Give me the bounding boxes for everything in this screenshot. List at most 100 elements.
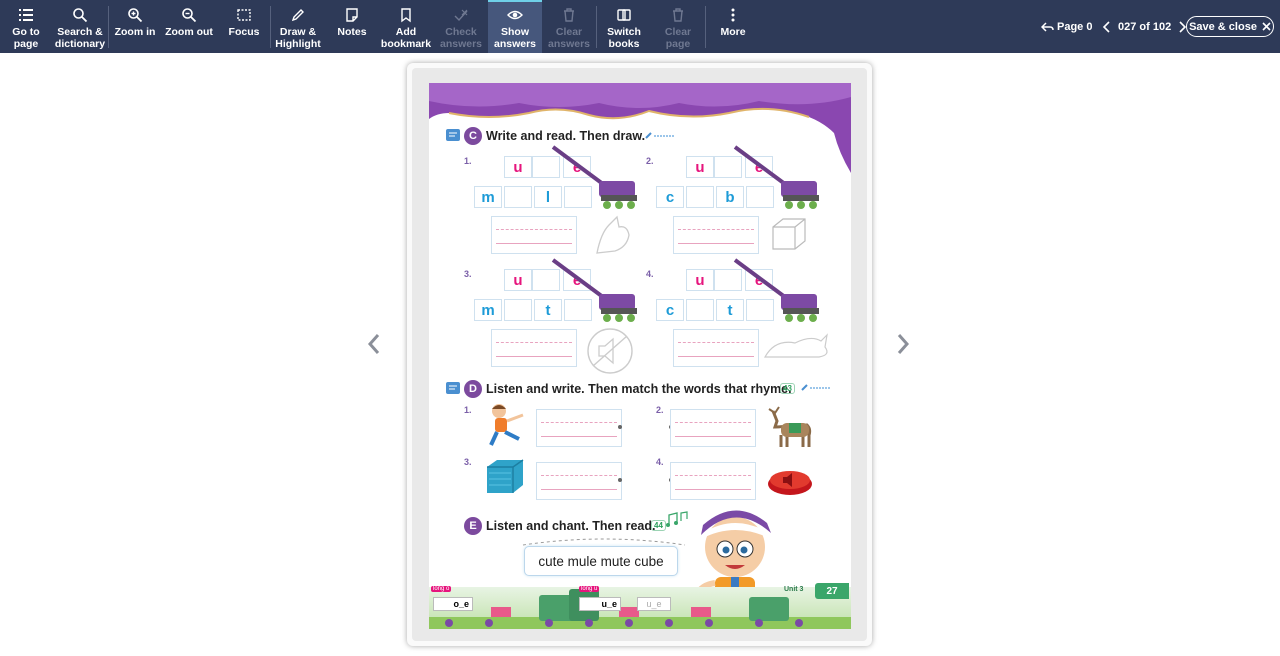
mute-speaker-sketch-icon (587, 328, 633, 374)
long-u-tag: long u (579, 586, 600, 592)
notes-button[interactable]: Notes (333, 0, 371, 53)
search-dictionary-label: Search & dictionary (54, 26, 106, 50)
long-o-tag: long o (431, 586, 452, 592)
match-dot[interactable] (618, 478, 622, 482)
search-dictionary-button[interactable]: Search & dictionary (53, 0, 107, 53)
list-icon (19, 9, 33, 21)
save-close-button[interactable]: Save & close (1186, 16, 1274, 37)
section-e-title: Listen and chant. Then read. (486, 519, 656, 533)
blue-cube-illustration (487, 459, 524, 493)
item-number: 2. (656, 405, 664, 415)
zoom-out-icon (182, 8, 197, 23)
section-c-title: Write and read. Then draw. (486, 129, 646, 143)
writing-lines[interactable] (491, 329, 577, 367)
item-number: 2. (646, 156, 654, 166)
toolbar-divider (108, 6, 109, 48)
switch-books-label: Switch books (607, 26, 641, 50)
section-d-title: Listen and write. Then match the words t… (486, 382, 792, 396)
previous-page-arrow-icon[interactable] (362, 326, 386, 362)
audio-track-badge[interactable]: 44 (651, 520, 666, 531)
close-icon (1262, 22, 1271, 31)
match-dot[interactable] (618, 425, 622, 429)
crane-truck-illustration (733, 258, 819, 322)
check-answers-button[interactable]: Check answers (436, 0, 486, 53)
crane-truck-illustration (551, 258, 637, 322)
go-to-page-button[interactable]: Go to page (5, 0, 47, 53)
page-label: Page 0 (1057, 20, 1093, 33)
u-e-blank-label: u_e (646, 599, 662, 609)
undo-arrow-icon (1041, 21, 1054, 32)
toolbar-divider (705, 6, 706, 48)
chant-text-box: cute mule mute cube (524, 546, 678, 576)
back-to-page-link[interactable]: Page 0 (1041, 0, 1092, 53)
donkey-illustration (768, 406, 812, 447)
zoom-in-button[interactable]: Zoom in (112, 0, 158, 53)
letter-box: u (504, 156, 532, 178)
writing-lines[interactable] (536, 409, 622, 447)
page-counter[interactable]: 027 of 102 (1118, 21, 1171, 33)
books-icon (617, 9, 631, 21)
answer-box[interactable] (686, 186, 714, 208)
more-button[interactable]: More (712, 0, 754, 53)
page-number-badge: 27 (815, 583, 849, 599)
letter-box: u (504, 269, 532, 291)
write-icon (446, 382, 460, 394)
toolbar-divider (596, 6, 597, 48)
letter-box: c (656, 299, 684, 321)
crane-truck-illustration (551, 145, 637, 209)
add-bookmark-button[interactable]: Add bookmark (381, 0, 431, 53)
chant-text: cute mule mute cube (538, 553, 664, 569)
cat-sketch-illustration (763, 333, 828, 358)
workbook-page: C Write and read. Then draw. 1. u e m l … (429, 83, 851, 629)
focus-icon (237, 9, 251, 21)
clear-answers-label: Clear answers (547, 26, 591, 50)
writing-lines[interactable] (536, 462, 622, 500)
item-number: 3. (464, 269, 472, 279)
zoom-out-button[interactable]: Zoom out (163, 0, 215, 53)
letter-box: u (686, 156, 714, 178)
letter-box: c (656, 186, 684, 208)
letter-box: m (474, 299, 502, 321)
bookmark-icon (401, 8, 411, 23)
focus-button[interactable]: Focus (223, 0, 265, 53)
switch-books-button[interactable]: Switch books (600, 0, 648, 53)
item-number: 4. (646, 269, 654, 279)
item-number: 1. (464, 156, 472, 166)
clear-answers-button[interactable]: Clear answers (545, 0, 593, 53)
clear-page-label: Clear page (664, 26, 692, 50)
show-answers-button[interactable]: Show answers (488, 0, 542, 53)
check-answers-label: Check answers (439, 26, 483, 50)
writing-lines[interactable] (670, 409, 756, 447)
check-icon (454, 9, 468, 22)
u-e-blank-card: u_e (637, 597, 671, 611)
answer-box[interactable] (686, 299, 714, 321)
eye-icon (507, 10, 523, 20)
draw-highlight-button[interactable]: Draw & Highlight (274, 0, 322, 53)
writing-lines[interactable] (673, 329, 759, 367)
save-close-label: Save & close (1189, 20, 1257, 33)
o-e-label: o_e (453, 599, 469, 609)
section-c-badge: C (464, 127, 482, 145)
draw-highlight-label: Draw & Highlight (275, 26, 321, 50)
letter-box: m (474, 186, 502, 208)
search-icon (73, 8, 88, 23)
write-icon (446, 129, 460, 141)
next-page-arrow-icon[interactable] (891, 326, 915, 362)
chevron-left-icon[interactable] (1102, 20, 1112, 33)
go-to-page-label: Go to page (12, 26, 40, 50)
note-icon (346, 8, 358, 22)
focus-label: Focus (228, 26, 260, 38)
more-vertical-icon (731, 8, 735, 22)
writing-lines[interactable] (491, 216, 577, 254)
page-navigator: 027 of 102 (1102, 0, 1187, 53)
audio-track-badge[interactable]: 43 (780, 383, 795, 394)
notes-label: Notes (337, 26, 367, 38)
answer-box[interactable] (504, 186, 532, 208)
add-bookmark-label: Add bookmark (380, 26, 432, 50)
toolbar-divider (270, 6, 271, 48)
writing-lines[interactable] (670, 462, 756, 500)
pen-icon (291, 9, 304, 22)
clear-page-button[interactable]: Clear page (655, 0, 701, 53)
answer-box[interactable] (504, 299, 532, 321)
writing-lines[interactable] (673, 216, 759, 254)
